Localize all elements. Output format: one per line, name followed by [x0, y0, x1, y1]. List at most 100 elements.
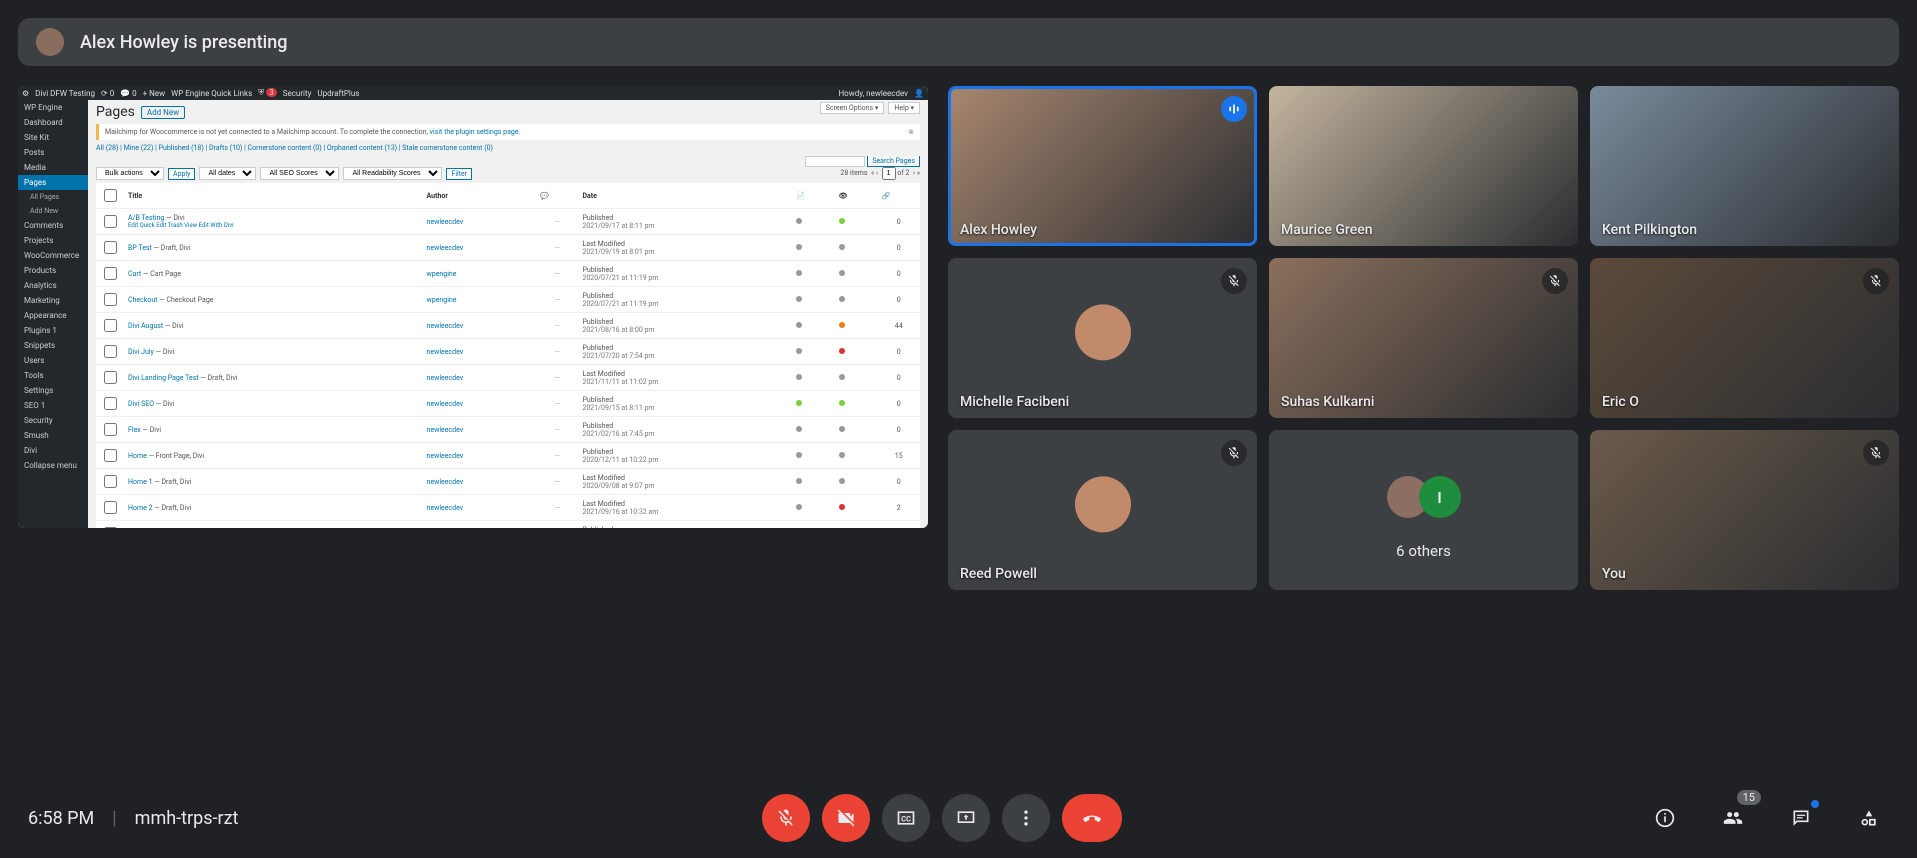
wp-menu-item[interactable]: Smush [18, 428, 88, 443]
wp-row-title[interactable]: Home 2 [128, 504, 153, 512]
wp-row-checkbox[interactable] [104, 501, 117, 514]
wp-menu-item[interactable]: Appearance [18, 308, 88, 323]
participant-tile[interactable]: Eric O [1590, 258, 1899, 418]
participant-tile[interactable]: Kent Pilkington [1590, 86, 1899, 246]
wp-row-author[interactable]: newleecdev [423, 417, 536, 443]
wp-select-all[interactable] [104, 189, 117, 202]
participant-tile[interactable]: Suhas Kulkarni [1269, 258, 1578, 418]
table-row[interactable]: HR Landing Page — Divinewleecdev—Publish… [96, 521, 920, 529]
wp-search-input[interactable] [805, 156, 865, 167]
participant-tile[interactable]: You [1590, 430, 1899, 590]
wp-menu-item[interactable]: Products [18, 263, 88, 278]
wp-menu-item[interactable]: Collapse menu [18, 458, 88, 473]
table-row[interactable]: Cart — Cart Pagewpengine—Published2020/0… [96, 261, 920, 287]
table-row[interactable]: Home 1 — Draft, Divinewleecdev—Last Modi… [96, 469, 920, 495]
wp-row-author[interactable]: newleecdev [423, 469, 536, 495]
activities-button[interactable] [1849, 798, 1889, 838]
wp-row-title[interactable]: Divi SEO [128, 400, 154, 408]
table-row[interactable]: A/B Testing — DiviEdit Quick Edit Trash … [96, 209, 920, 235]
wp-menu-item[interactable]: Media [18, 160, 88, 175]
camera-button[interactable] [822, 794, 870, 842]
present-button[interactable] [942, 794, 990, 842]
wp-menu-item[interactable]: Tools [18, 368, 88, 383]
wp-menu-item[interactable]: Divi [18, 443, 88, 458]
wp-menu-item[interactable]: Projects [18, 233, 88, 248]
wp-row-checkbox[interactable] [104, 319, 117, 332]
wp-row-checkbox[interactable] [104, 475, 117, 488]
wp-alert-link[interactable]: visit the plugin settings page [430, 128, 519, 136]
wp-row-checkbox[interactable] [104, 397, 117, 410]
wp-add-new-button[interactable]: Add New [141, 106, 185, 119]
wp-readability-select[interactable]: All Readability Scores [343, 167, 442, 180]
wp-row-checkbox[interactable] [104, 345, 117, 358]
wp-row-author[interactable]: newleecdev [423, 313, 536, 339]
wp-row-checkbox[interactable] [104, 371, 117, 384]
hangup-button[interactable] [1062, 794, 1122, 842]
wp-row-checkbox[interactable] [104, 423, 117, 436]
participant-tile[interactable]: I6 others [1269, 430, 1578, 590]
wp-row-author[interactable]: newleecdev [423, 209, 536, 235]
wp-row-author[interactable]: newleecdev [423, 495, 536, 521]
people-button[interactable]: 15 [1713, 798, 1753, 838]
table-row[interactable]: Divi Landing Page Test — Draft, Divinewl… [96, 365, 920, 391]
wp-row-author[interactable]: newleecdev [423, 521, 536, 529]
wp-menu-item[interactable]: Analytics [18, 278, 88, 293]
wp-row-author[interactable]: newleecdev [423, 443, 536, 469]
wp-menu-item[interactable]: Pages [18, 175, 88, 190]
wp-row-checkbox[interactable] [104, 527, 117, 528]
participant-tile[interactable]: Michelle Facibeni [948, 258, 1257, 418]
wp-menu-item[interactable]: Site Kit [18, 130, 88, 145]
wp-row-checkbox[interactable] [104, 267, 117, 280]
wp-apply-button[interactable]: Apply [168, 168, 195, 180]
wp-row-author[interactable]: newleecdev [423, 339, 536, 365]
wp-menu-item[interactable]: Users [18, 353, 88, 368]
wp-status-tabs[interactable]: All (28) | Mine (22) | Published (18) | … [96, 144, 920, 152]
wp-bulk-select[interactable]: Bulk actions [96, 167, 164, 180]
wp-row-title[interactable]: Cart [128, 270, 141, 278]
wp-row-title[interactable]: Divi July [128, 348, 154, 356]
table-row[interactable]: Home 2 — Draft, Divinewleecdev—Last Modi… [96, 495, 920, 521]
wp-menu-item[interactable]: WP Engine [18, 100, 88, 115]
table-row[interactable]: BP Test — Draft, Divinewleecdev—Last Mod… [96, 235, 920, 261]
wp-row-title[interactable]: Divi Landing Page Test [128, 374, 199, 382]
info-button[interactable] [1645, 798, 1685, 838]
wp-menu-item[interactable]: Plugins 1 [18, 323, 88, 338]
wp-menu-item[interactable]: WooCommerce [18, 248, 88, 263]
wp-screen-options[interactable]: Screen Options ▾ [820, 102, 885, 114]
wp-row-title[interactable]: Home [128, 452, 147, 460]
wp-menu-item[interactable]: Snippets [18, 338, 88, 353]
table-row[interactable]: Divi July — Divinewleecdev—Published2021… [96, 339, 920, 365]
table-row[interactable]: Divi August — Divinewleecdev—Published20… [96, 313, 920, 339]
wp-filter-button[interactable]: Filter [446, 168, 472, 180]
wp-row-title[interactable]: Flex [128, 426, 141, 434]
shared-screen[interactable]: ⚙ Divi DFW Testing ⟳ 0 💬 0 + New WP Engi… [18, 86, 928, 528]
table-row[interactable]: Checkout — Checkout Pagewpengine—Publish… [96, 287, 920, 313]
wp-menu-item[interactable]: Add New [18, 204, 88, 218]
mic-button[interactable] [762, 794, 810, 842]
wp-row-author[interactable]: wpengine [423, 287, 536, 313]
wp-row-author[interactable]: newleecdev [423, 235, 536, 261]
wp-row-author[interactable]: newleecdev [423, 365, 536, 391]
wp-help[interactable]: Help ▾ [888, 102, 920, 114]
wp-dates-select[interactable]: All dates [199, 167, 256, 180]
more-button[interactable] [1002, 794, 1050, 842]
wp-row-checkbox[interactable] [104, 449, 117, 462]
captions-button[interactable]: CC [882, 794, 930, 842]
participant-tile[interactable]: Alex Howley [948, 86, 1257, 246]
table-row[interactable]: Divi SEO — Divinewleecdev—Published2021/… [96, 391, 920, 417]
wp-row-checkbox[interactable] [104, 241, 117, 254]
wp-seo-select[interactable]: All SEO Scores [260, 167, 339, 180]
wp-row-author[interactable]: newleecdev [423, 391, 536, 417]
wp-row-title[interactable]: BP Test [128, 244, 152, 252]
participant-tile[interactable]: Maurice Green [1269, 86, 1578, 246]
chat-button[interactable] [1781, 798, 1821, 838]
wp-menu-item[interactable]: Settings [18, 383, 88, 398]
wp-row-title[interactable]: Divi August [128, 322, 163, 330]
wp-row-title[interactable]: Checkout [128, 296, 157, 304]
wp-row-title[interactable]: A/B Testing [128, 214, 164, 222]
wp-search-button[interactable]: Search Pages [867, 156, 920, 167]
table-row[interactable]: Flex — Divinewleecdev—Published2021/02/1… [96, 417, 920, 443]
table-row[interactable]: Home — Front Page, Divinewleecdev—Publis… [96, 443, 920, 469]
wp-menu-item[interactable]: All Pages [18, 190, 88, 204]
wp-row-author[interactable]: wpengine [423, 261, 536, 287]
